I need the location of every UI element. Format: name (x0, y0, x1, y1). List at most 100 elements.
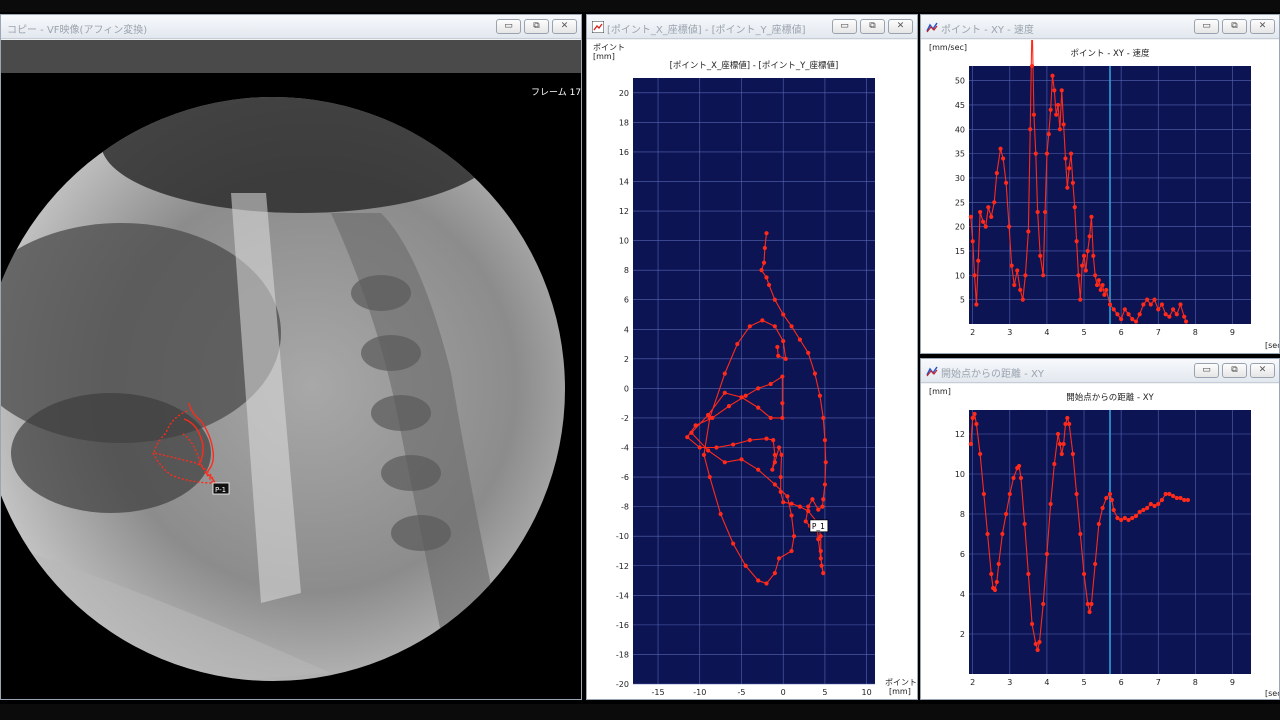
minimize-button[interactable]: ▭ (832, 19, 857, 34)
data-point (1163, 312, 1168, 317)
data-point (1100, 505, 1105, 511)
data-point (1152, 503, 1157, 509)
xy-chart-window[interactable]: [ポイント_X_座標値] - [ポイント_Y_座標値] ▭ ⧉ ✕ -15 -10… (586, 14, 918, 700)
y-tick-label: -4 (621, 444, 629, 453)
close-button[interactable]: ✕ (1250, 19, 1275, 34)
data-point (747, 324, 752, 329)
y-tick-label: 8 (960, 510, 965, 519)
y-tick-label: -14 (616, 591, 629, 600)
data-point (1087, 609, 1092, 615)
minimize-button[interactable]: ▭ (496, 19, 521, 34)
data-point (1087, 234, 1092, 239)
data-point (1007, 491, 1012, 497)
data-point (970, 239, 975, 244)
data-point (968, 441, 973, 447)
data-point (1089, 601, 1094, 607)
data-point (1170, 493, 1176, 499)
x-tick-label: 8 (1193, 678, 1198, 687)
data-point (978, 209, 983, 215)
data-point (1067, 166, 1072, 171)
minimize-button[interactable]: ▭ (1194, 19, 1219, 34)
data-point (1033, 151, 1038, 156)
data-point (1018, 287, 1023, 293)
y-tick-label: 8 (624, 266, 629, 275)
data-point (818, 548, 823, 554)
data-point (1107, 302, 1113, 307)
data-point (771, 438, 776, 443)
data-point (972, 273, 977, 278)
video-window-titlebar[interactable]: コピー - VF映像(アフィン変換) ▭ ⧉ ✕ (1, 15, 581, 39)
speed-chart[interactable]: 2 3 4 5 6 7 8 95045403530252015105ポイント - XY - 速… (921, 40, 1279, 353)
x-tick-label: 3 (1007, 328, 1012, 337)
y-unit-label: ポイント (593, 43, 625, 52)
data-point (1085, 601, 1090, 607)
data-point (1072, 205, 1077, 210)
video-window[interactable]: コピー - VF映像(アフィン変換) ▭ ⧉ ✕ フレーム 17 P-1 (0, 14, 582, 700)
data-point (1031, 112, 1037, 117)
data-point (766, 282, 772, 288)
chart-icon (926, 22, 938, 33)
close-button[interactable]: ✕ (552, 19, 577, 34)
data-point (976, 258, 981, 263)
close-button[interactable]: ✕ (1250, 363, 1275, 378)
data-point (1096, 278, 1101, 283)
screen-bottom-edge (0, 704, 1280, 720)
distance-chart[interactable]: 2 3 4 5 6 7 8 9 12 10 8 6 4 2 開始点からの距離 - XY [mm] [sec] (921, 384, 1279, 699)
data-point (823, 460, 828, 465)
data-point (781, 500, 786, 505)
data-point (1091, 253, 1096, 258)
y-tick-label: 10 (619, 237, 629, 246)
data-point (974, 421, 979, 427)
data-point (994, 579, 999, 585)
data-point (764, 275, 769, 280)
data-point (797, 504, 802, 509)
y-tick-label: -6 (621, 473, 629, 482)
data-point (1159, 302, 1165, 307)
point-marker-label: P-1 (215, 486, 226, 494)
xy-chart[interactable]: -15 -10 -5 0 5 1020181614121086420-2-4-6-8-10… (587, 40, 917, 699)
distance-window-titlebar[interactable]: 開始点からの距離 - XY ▭ ⧉ ✕ (921, 359, 1279, 383)
data-point (707, 474, 712, 480)
data-point (983, 224, 988, 229)
data-point (1109, 497, 1114, 503)
data-point (762, 245, 767, 251)
data-point (739, 395, 744, 400)
minimize-button[interactable]: ▭ (1194, 363, 1219, 378)
y-tick-label: 16 (619, 148, 629, 157)
data-point (1035, 647, 1040, 653)
speed-chart-window[interactable]: ポイント - XY - 速度 ▭ ⧉ ✕ 2 3 4 5 6 7 8 9 50 45 40 35 30 2… (920, 14, 1280, 354)
data-point (1093, 561, 1098, 567)
window-controls: ▭ ⧉ ✕ (1194, 363, 1275, 378)
y-tick-label: 2 (624, 355, 629, 364)
data-point (722, 371, 727, 376)
chart-icon (592, 21, 604, 33)
x-tick-label: 6 (1119, 678, 1124, 687)
close-button[interactable]: ✕ (888, 19, 913, 34)
y-unit-label: [mm] (593, 52, 615, 61)
speed-window-titlebar[interactable]: ポイント - XY - 速度 ▭ ⧉ ✕ (921, 15, 1279, 39)
data-point (1122, 515, 1127, 521)
y-tick-label: 10 (955, 470, 965, 479)
data-point (1148, 302, 1153, 307)
data-point (996, 561, 1001, 567)
data-point (768, 381, 773, 387)
data-point (1070, 180, 1075, 185)
data-point (810, 497, 815, 502)
maximize-button[interactable]: ⧉ (1222, 19, 1247, 34)
y-tick-label: 4 (960, 590, 965, 599)
x-tick-label: 5 (1081, 328, 1086, 337)
xray-video-frame[interactable]: フレーム 171 P-1 (1, 73, 581, 699)
data-point (1145, 297, 1150, 302)
data-point (985, 531, 990, 537)
maximize-button[interactable]: ⧉ (524, 19, 549, 34)
data-point (821, 415, 826, 421)
data-point (780, 401, 785, 406)
data-point (817, 393, 823, 398)
maximize-button[interactable]: ⧉ (1222, 363, 1247, 378)
data-point (1050, 73, 1055, 78)
maximize-button[interactable]: ⧉ (860, 19, 885, 34)
distance-chart-window[interactable]: 開始点からの距離 - XY ▭ ⧉ ✕ 2 3 4 5 6 7 8 9 12 10 8 6 4 2 開始点か… (920, 358, 1280, 700)
xy-window-titlebar[interactable]: [ポイント_X_座標値] - [ポイント_Y_座標値] ▭ ⧉ ✕ (587, 15, 917, 39)
data-point (776, 353, 781, 358)
data-point (772, 482, 777, 487)
